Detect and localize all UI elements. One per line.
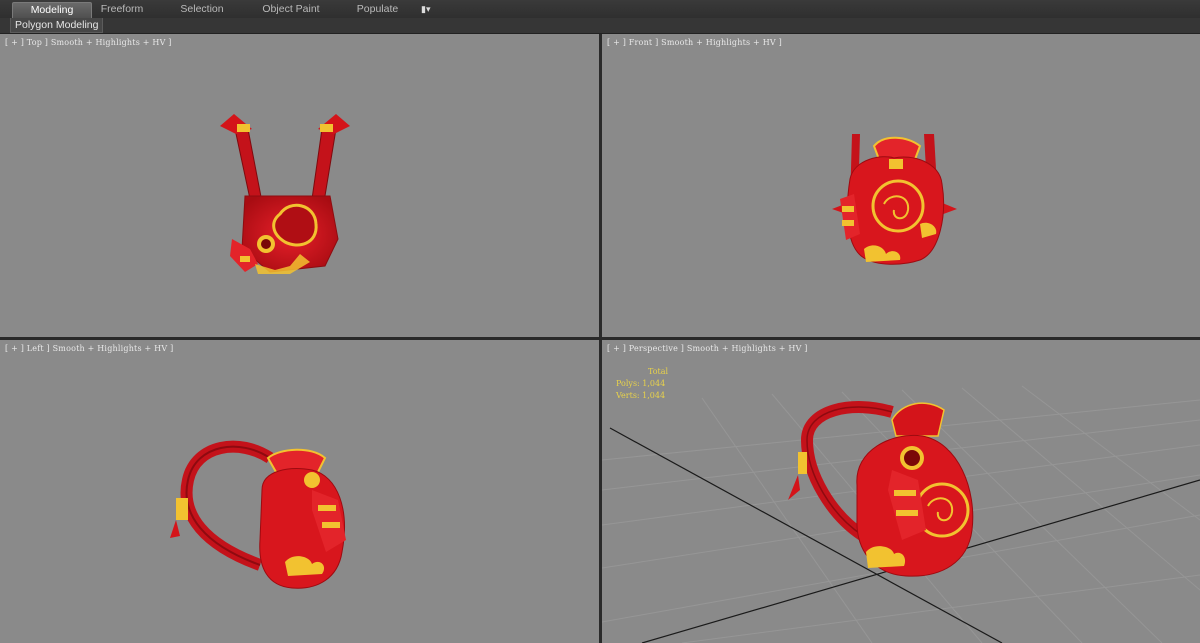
ribbon-tab-bar: Modeling Freeform Selection Object Paint… bbox=[0, 0, 1200, 19]
viewport-top[interactable]: [ + ] Top ] Smooth + Highlights + HV ] bbox=[0, 34, 599, 337]
polygon-modeling-panel-toggle[interactable]: Polygon Modeling bbox=[10, 18, 104, 33]
ribbon-panel-bar: Polygon Modeling bbox=[0, 18, 1200, 34]
viewport-divider-horizontal[interactable] bbox=[0, 337, 1200, 340]
backpack-top-view bbox=[220, 114, 350, 274]
perspective-grid-and-backpack bbox=[602, 385, 1200, 643]
tab-populate[interactable]: Populate bbox=[350, 2, 405, 17]
backpack-front-view bbox=[832, 134, 957, 265]
viewport-left[interactable]: [ + ] Left ] Smooth + Highlights + HV ] bbox=[0, 340, 599, 643]
tab-object-paint[interactable]: Object Paint bbox=[256, 2, 326, 17]
backpack-left-view bbox=[170, 440, 346, 589]
viewport-front[interactable]: [ + ] Front ] Smooth + Highlights + HV ] bbox=[602, 34, 1200, 337]
viewport-perspective[interactable]: [ + ] Perspective ] Smooth + Highlights … bbox=[602, 340, 1200, 643]
camera-dropdown-icon[interactable]: ▮▾ bbox=[421, 3, 437, 15]
tab-modeling[interactable]: Modeling bbox=[12, 2, 92, 18]
tab-freeform[interactable]: Freeform bbox=[92, 2, 152, 17]
tab-selection[interactable]: Selection bbox=[172, 2, 232, 17]
